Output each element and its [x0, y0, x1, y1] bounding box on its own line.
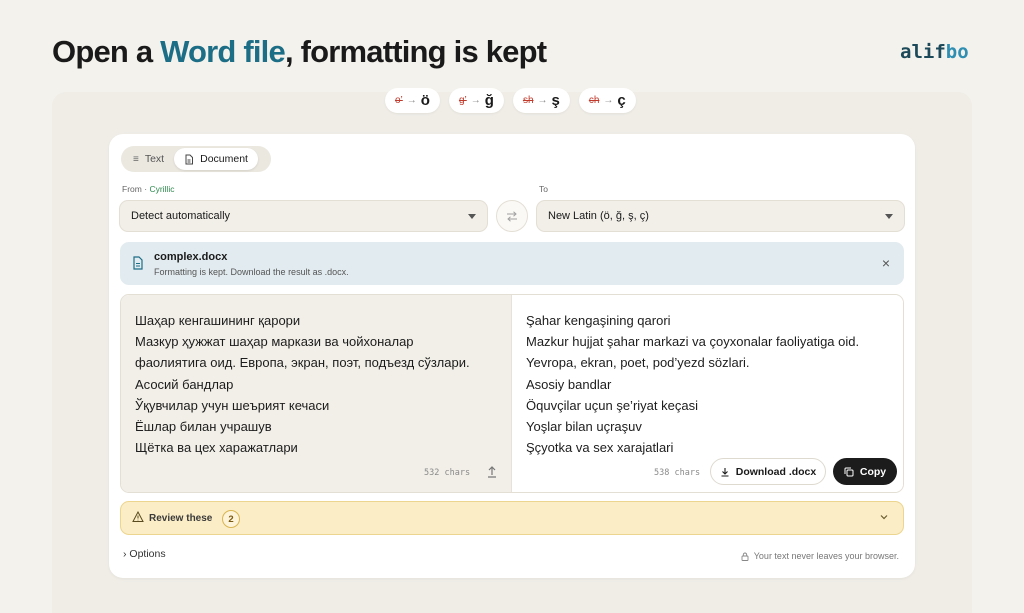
pill-new: ş	[551, 92, 560, 109]
pill-old: sh	[522, 95, 534, 106]
upload-icon[interactable]	[485, 465, 499, 479]
detected-script: Cyrillic	[149, 184, 175, 194]
source-line: Асосий бандлар	[135, 376, 234, 392]
text-editor: Шаҳар кенгашининг қарори Мазкур ҳужжат ш…	[120, 294, 904, 493]
tab-document-label: Document	[200, 153, 248, 165]
download-docx-button[interactable]: Download .docx	[710, 458, 826, 485]
result-text: Şahar kengaşining qarori Mazkur hujjat ş…	[526, 310, 859, 458]
result-line: Yevropa, ekran, poet, pod’yezd sözlari.	[526, 355, 750, 371]
to-select-value: New Latin (ö, ğ, ş, ç)	[548, 210, 649, 222]
chevron-right-icon: ›	[123, 548, 127, 560]
chevron-down-icon	[880, 515, 888, 520]
download-label: Download .docx	[735, 465, 817, 478]
review-bar[interactable]: Review these 2	[120, 501, 904, 535]
source-line: Щётка ва цех харажатлари	[135, 440, 298, 456]
file-icon	[133, 256, 143, 270]
to-label: To	[539, 184, 548, 194]
source-line: фаолиятига оид. Европа, экран, поэт, под…	[135, 355, 470, 371]
arrow-right-icon: →	[470, 95, 481, 106]
source-char-count: 532 chars	[424, 468, 471, 478]
pill-new: ç	[617, 92, 626, 109]
pill-g: g’ → ğ	[448, 88, 504, 113]
download-icon	[721, 467, 729, 477]
arrow-right-icon: →	[603, 95, 614, 106]
pill-old: g’	[458, 95, 467, 106]
page-headline: Open a Word file, formatting is kept	[52, 34, 547, 70]
chevron-down-icon	[468, 214, 476, 219]
source-line: Ўқувчилар учун шеърият кечаси	[135, 397, 330, 413]
document-icon	[185, 154, 194, 164]
tab-text-label: Text	[144, 153, 165, 165]
copy-label: Copy	[859, 465, 887, 478]
result-line: Asosiy bandlar	[526, 376, 612, 392]
arrow-right-icon: →	[406, 95, 417, 106]
copy-button[interactable]: Copy	[833, 458, 897, 485]
logo-part2: bo	[945, 41, 969, 63]
result-line: Şahar kengaşining qarori	[526, 313, 671, 328]
result-line: Mazkur hujjat şahar markazi va çoyxonala…	[526, 334, 860, 350]
pill-new: ö	[420, 92, 430, 109]
result-line: Öquvçilar uçun şe’riyat keçasi	[526, 397, 698, 413]
result-pane: Şahar kengaşining qarori Mazkur hujjat ş…	[512, 295, 903, 492]
result-char-count: 538 chars	[654, 468, 701, 478]
pill-old: ch	[588, 95, 600, 106]
source-line: Ёшлар билан учрашув	[135, 419, 272, 435]
privacy-text: Your text never leaves your browser.	[753, 551, 899, 561]
from-select[interactable]: Detect automatically	[119, 200, 488, 232]
source-pane[interactable]: Шаҳар кенгашининг қарори Мазкур ҳужжат ш…	[121, 295, 512, 492]
headline-part1: Open a	[52, 34, 161, 69]
to-select[interactable]: New Latin (ö, ğ, ş, ç)	[536, 200, 905, 232]
close-icon[interactable]: ×	[882, 255, 890, 271]
file-subtitle: Formatting is kept. Download the result …	[154, 267, 349, 277]
lines-icon: ≡	[133, 153, 139, 165]
mode-tabs: ≡ Text Document	[121, 146, 271, 172]
arrow-right-icon: →	[537, 95, 548, 106]
swap-button[interactable]	[496, 200, 528, 232]
pill-new: ğ	[484, 92, 494, 109]
pill-s: sh → ş	[512, 88, 570, 113]
source-line: Шаҳар кенгашининг қарори	[135, 313, 301, 328]
from-separator: ·	[144, 184, 148, 194]
pill-c: ch → ç	[578, 88, 636, 113]
logo-part1: alif	[900, 41, 946, 63]
tab-document[interactable]: Document	[174, 148, 258, 170]
review-count-badge: 2	[222, 510, 240, 528]
from-label: From	[122, 184, 142, 194]
brand-logo: alifbo	[900, 41, 969, 63]
tab-text[interactable]: ≡ Text	[123, 148, 174, 170]
source-text[interactable]: Шаҳар кенгашининг қарори Мазкур ҳужжат ш…	[135, 310, 470, 458]
options-toggle[interactable]: › Options	[123, 548, 166, 560]
result-line: Şçyotka va sex xarajatlari	[526, 440, 674, 456]
from-select-value: Detect automatically	[131, 210, 231, 222]
privacy-note: Your text never leaves your browser.	[741, 551, 899, 561]
headline-part2: , formatting is kept	[284, 34, 547, 69]
review-label: Review these	[149, 513, 213, 524]
pill-old: o’	[395, 95, 403, 106]
converter-card: ≡ Text Document From · Cyrillic To Detec…	[109, 134, 915, 578]
warning-icon	[132, 511, 144, 522]
file-name: complex.docx	[154, 251, 228, 263]
swap-arrows-icon	[507, 210, 517, 222]
pill-o: o’ → ö	[385, 88, 440, 113]
letter-change-pills: o’ → ö g’ → ğ sh → ş ch → ç	[385, 88, 636, 113]
result-line: Yoşlar bilan uçraşuv	[526, 419, 642, 435]
copy-icon	[844, 467, 854, 476]
lock-icon	[741, 552, 749, 561]
source-line: Мазкур ҳужжат шаҳар маркази ва чойхонала…	[135, 334, 414, 350]
from-label-row: From · Cyrillic	[122, 184, 174, 194]
file-banner: complex.docx Formatting is kept. Downloa…	[120, 242, 904, 285]
options-label: Options	[129, 548, 166, 560]
chevron-down-icon	[885, 214, 893, 219]
headline-highlight: Word file	[160, 34, 286, 69]
